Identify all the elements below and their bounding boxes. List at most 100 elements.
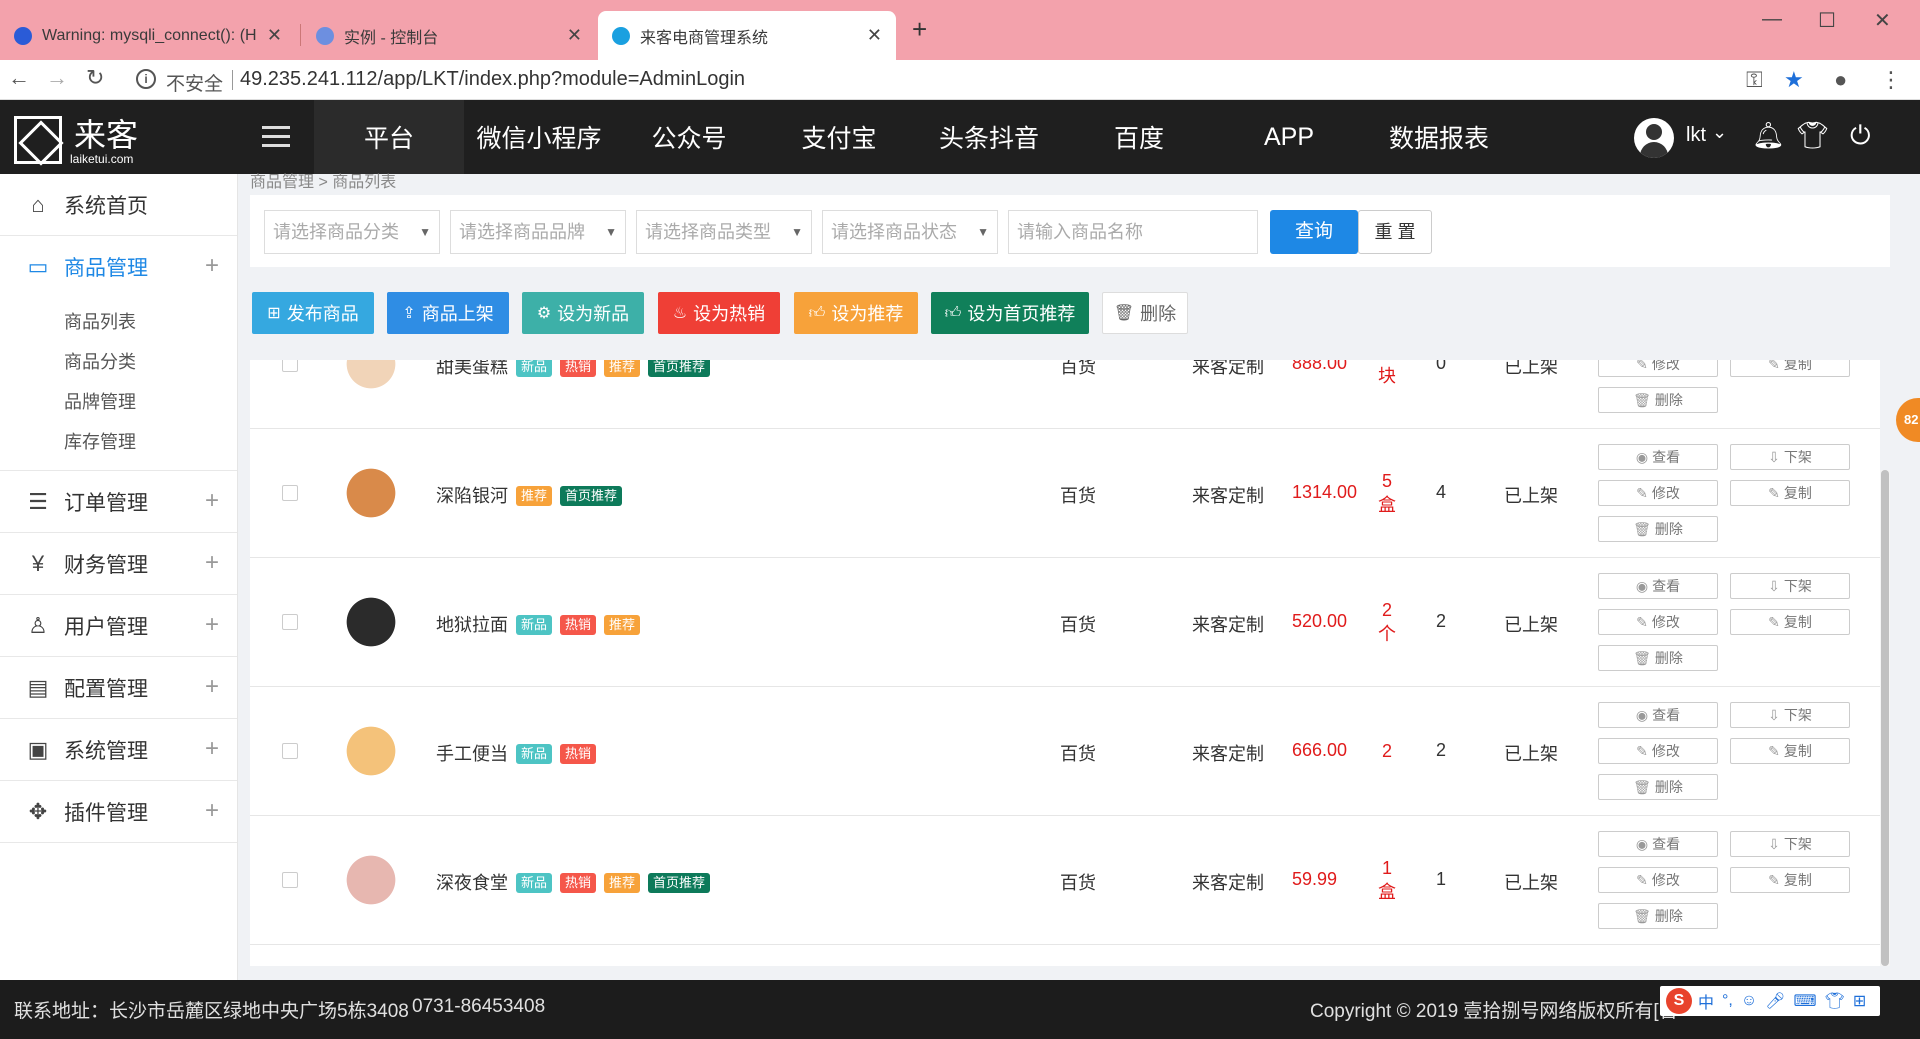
product-name[interactable]: 深夜食堂 新品 热销 推荐 首页推荐	[436, 869, 711, 895]
shelve-product-button[interactable]: ⇪ 商品上架	[387, 292, 509, 334]
product-name[interactable]: 深陷银河 推荐 首页推荐	[436, 482, 623, 508]
hamburger-menu-icon[interactable]	[262, 126, 290, 153]
nav-platform[interactable]: 平台	[314, 100, 464, 174]
user-name[interactable]: lkt	[1686, 124, 1706, 147]
mic-icon[interactable]: 🎤︎	[1765, 991, 1785, 1011]
sidebar-item-config[interactable]: ▤ 配置管理 +	[0, 657, 237, 719]
power-icon[interactable]: ⏻	[1850, 120, 1871, 152]
product-name-input[interactable]: 请输入商品名称	[1008, 210, 1258, 254]
edit-button[interactable]: ✎ 修改	[1598, 609, 1718, 635]
product-thumbnail[interactable]	[340, 720, 402, 782]
category-select[interactable]: 请选择商品分类 ▼	[264, 210, 440, 254]
product-name[interactable]: 地狱拉面 新品 热销 推荐	[436, 611, 641, 637]
nav-app[interactable]: APP	[1214, 100, 1364, 174]
sidebar-item-orders[interactable]: ☰ 订单管理 +	[0, 471, 237, 533]
view-button[interactable]: ◉ 查看	[1598, 444, 1718, 470]
menu-dots-icon[interactable]: ⋮	[1880, 67, 1902, 93]
edit-button[interactable]: ✎ 修改	[1598, 867, 1718, 893]
sidebar-item-users[interactable]: ♙ 用户管理 +	[0, 595, 237, 657]
delete-button[interactable]: 🗑︎ 删除	[1598, 516, 1718, 542]
shirt-icon[interactable]: 👕︎	[1796, 120, 1829, 151]
minimize-icon[interactable]: —	[1762, 8, 1782, 31]
browser-tab-warning[interactable]: Warning: mysqli_connect(): (H ✕	[0, 11, 296, 60]
unshelve-button[interactable]: ⇩ 下架	[1730, 702, 1850, 728]
reset-button[interactable]: 重 置	[1358, 210, 1432, 254]
product-thumbnail[interactable]	[340, 360, 402, 395]
maximize-icon[interactable]: ☐	[1818, 8, 1836, 33]
set-new-button[interactable]: ⚙ 设为新品	[522, 292, 644, 334]
bell-icon[interactable]: 🔔︎	[1752, 120, 1785, 151]
shirt-icon[interactable]: 👕︎	[1825, 991, 1845, 1011]
status-select[interactable]: 请选择商品状态 ▼	[822, 210, 998, 254]
publish-product-button[interactable]: ⊞ 发布商品	[252, 292, 374, 334]
product-name[interactable]: 手工便当 新品 热销	[436, 740, 597, 766]
row-checkbox[interactable]	[282, 360, 298, 372]
delete-button[interactable]: 🗑︎ 删除	[1598, 645, 1718, 671]
product-name[interactable]: 甜美蛋糕 新品 热销 推荐 首页推荐	[436, 360, 711, 379]
forward-icon[interactable]: →	[46, 65, 68, 91]
type-select[interactable]: 请选择商品类型 ▼	[636, 210, 812, 254]
scrollbar-thumb[interactable]	[1881, 470, 1889, 966]
set-home-recommend-button[interactable]: 👍︎ 设为首页推荐	[931, 292, 1089, 334]
grid-icon[interactable]: ⊞	[1853, 991, 1866, 1011]
sidebar-subitem-inventory[interactable]: 库存管理	[0, 422, 237, 462]
copy-button[interactable]: ✎ 复制	[1730, 609, 1850, 635]
sidebar-item-system[interactable]: ▣ 系统管理 +	[0, 719, 237, 781]
browser-tab-console[interactable]: 实例 - 控制台 ✕	[302, 11, 596, 60]
star-icon[interactable]: ★	[1784, 67, 1804, 93]
sidebar-subitem-product-category[interactable]: 商品分类	[0, 342, 237, 382]
info-icon[interactable]: i	[136, 69, 156, 89]
punctuation-icon[interactable]: °,	[1722, 992, 1733, 1010]
url-input[interactable]: 49.235.241.112/app/LKT/index.php?module=…	[240, 68, 745, 91]
nav-toutiao-douyin[interactable]: 头条抖音	[914, 100, 1064, 174]
view-button[interactable]: ◉ 查看	[1598, 702, 1718, 728]
close-icon[interactable]: ✕	[867, 25, 882, 46]
expand-icon[interactable]: +	[205, 735, 219, 763]
set-hot-button[interactable]: ♨ 设为热销	[658, 292, 780, 334]
close-icon[interactable]: ✕	[567, 25, 582, 46]
delete-button[interactable]: 🗑︎ 删除	[1598, 387, 1718, 413]
delete-button[interactable]: 🗑︎ 删除	[1598, 903, 1718, 929]
new-tab-button[interactable]: +	[912, 14, 927, 45]
expand-icon[interactable]: +	[205, 487, 219, 515]
view-button[interactable]: ◉ 查看	[1598, 573, 1718, 599]
view-button[interactable]: ◉ 查看	[1598, 831, 1718, 857]
keyboard-icon[interactable]: ⌨	[1794, 991, 1817, 1011]
sidebar-item-finance[interactable]: ¥ 财务管理 +	[0, 533, 237, 595]
row-checkbox[interactable]	[282, 485, 298, 501]
brand-select[interactable]: 请选择商品品牌 ▼	[450, 210, 626, 254]
insecure-label[interactable]: 不安全	[166, 69, 223, 96]
bulk-delete-button[interactable]: 🗑︎ 删除	[1102, 292, 1188, 334]
browser-tab-admin[interactable]: 来客电商管理系统 ✕	[598, 11, 896, 60]
expand-icon[interactable]: +	[205, 611, 219, 639]
key-icon[interactable]: ⚿	[1746, 67, 1763, 93]
delete-button[interactable]: 🗑︎ 删除	[1598, 774, 1718, 800]
emoji-icon[interactable]: ☺	[1741, 992, 1757, 1010]
sidebar-item-plugins[interactable]: ✥ 插件管理 +	[0, 781, 237, 843]
expand-icon[interactable]: +	[205, 252, 219, 280]
row-checkbox[interactable]	[282, 743, 298, 759]
unshelve-button[interactable]: ⇩ 下架	[1730, 831, 1850, 857]
row-checkbox[interactable]	[282, 872, 298, 888]
edit-button[interactable]: ✎ 修改	[1598, 738, 1718, 764]
back-icon[interactable]: ←	[8, 65, 30, 91]
copy-button[interactable]: ✎ 复制	[1730, 867, 1850, 893]
edit-button[interactable]: ✎ 修改	[1598, 480, 1718, 506]
profile-icon[interactable]: ●	[1834, 67, 1847, 93]
copy-button[interactable]: ✎ 复制	[1730, 360, 1850, 377]
edit-button[interactable]: ✎ 修改	[1598, 360, 1718, 377]
chevron-down-icon[interactable]: ⌄	[1712, 122, 1727, 143]
row-checkbox[interactable]	[282, 614, 298, 630]
nav-alipay[interactable]: 支付宝	[764, 100, 914, 174]
expand-icon[interactable]: +	[205, 673, 219, 701]
nav-data-report[interactable]: 数据报表	[1364, 100, 1514, 174]
product-thumbnail[interactable]	[340, 591, 402, 653]
copy-button[interactable]: ✎ 复制	[1730, 738, 1850, 764]
query-button[interactable]: 查询	[1270, 210, 1358, 254]
set-recommend-button[interactable]: 👍︎ 设为推荐	[794, 292, 918, 334]
nav-baidu[interactable]: 百度	[1064, 100, 1214, 174]
unshelve-button[interactable]: ⇩ 下架	[1730, 444, 1850, 470]
unshelve-button[interactable]: ⇩ 下架	[1730, 573, 1850, 599]
sidebar-item-products[interactable]: ▭ 商品管理 +	[0, 236, 237, 298]
ime-mode[interactable]: 中	[1698, 989, 1714, 1013]
